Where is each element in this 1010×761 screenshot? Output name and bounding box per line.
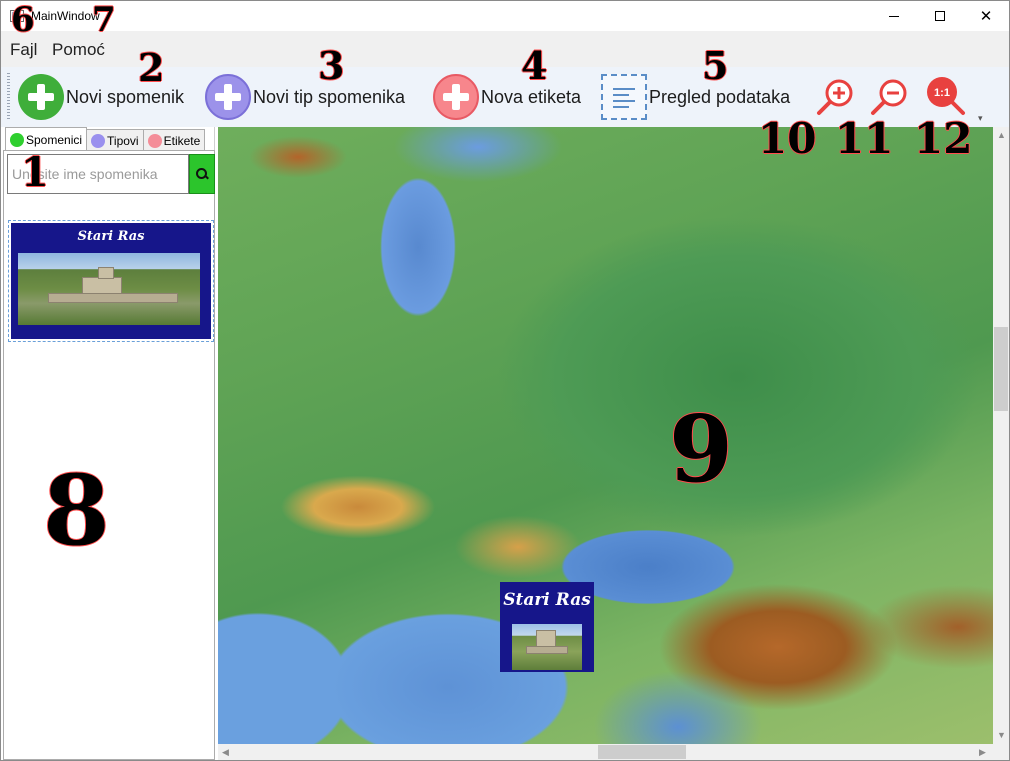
- vertical-scroll-thumb[interactable]: [994, 327, 1008, 411]
- map-marker-photo: [512, 624, 582, 670]
- maximize-icon: [935, 11, 945, 21]
- map-canvas[interactable]: Stari Ras: [218, 127, 993, 744]
- annotation-6: 6: [11, 0, 35, 40]
- panel-tabs: Spomenici Tipovi Etikete: [5, 127, 206, 151]
- menu-item-fajl[interactable]: Fajl: [10, 40, 37, 60]
- window-title: MainWindow: [31, 9, 100, 23]
- main-window: MainWindow ✕ Fajl Pomoć Novi spomenik No…: [0, 0, 1010, 761]
- annotation-10: 10: [758, 114, 817, 163]
- horizontal-scrollbar[interactable]: ◀ ▶: [218, 744, 993, 760]
- search-button[interactable]: [189, 154, 215, 194]
- tab-tipovi[interactable]: Tipovi: [86, 129, 144, 151]
- close-icon: ✕: [979, 7, 993, 25]
- monument-card-title: Stari Ras: [77, 229, 145, 244]
- monument-photo: [18, 253, 200, 325]
- actual-size-button[interactable]: 1:1: [923, 75, 967, 119]
- search-icon: [196, 168, 208, 180]
- map-marker-stari-ras[interactable]: Stari Ras: [500, 582, 594, 672]
- scroll-up-icon[interactable]: ▲: [997, 130, 1006, 140]
- monument-card: Stari Ras: [11, 223, 211, 339]
- minimize-icon: [889, 15, 899, 17]
- tab-tipovi-label: Tipovi: [107, 133, 139, 148]
- new-tag-label: Nova etiketa: [481, 86, 582, 107]
- annotation-7: 7: [92, 0, 116, 40]
- zoom-in-button[interactable]: [813, 75, 857, 119]
- title-bar: MainWindow ✕: [1, 1, 1009, 31]
- annotation-5: 5: [702, 43, 729, 88]
- pink-dot-icon: [147, 133, 162, 148]
- toolbar-grip[interactable]: [7, 73, 10, 119]
- new-monument-type-label: Novi tip spomenika: [253, 86, 406, 107]
- new-monument-label: Novi spomenik: [66, 86, 185, 107]
- actual-size-icon: 1:1: [927, 77, 965, 115]
- add-pink-icon: [433, 74, 479, 120]
- add-purple-icon: [205, 74, 251, 120]
- purple-dot-icon: [91, 133, 106, 148]
- data-overview-label: Pregled podataka: [649, 86, 791, 107]
- horizontal-scroll-thumb[interactable]: [598, 745, 686, 759]
- annotation-1: 1: [21, 149, 49, 196]
- zoom-out-button[interactable]: [867, 75, 911, 119]
- tab-spomenici[interactable]: Spomenici: [5, 127, 88, 151]
- minimize-button[interactable]: [871, 1, 917, 31]
- toolbar-overflow-icon[interactable]: ▾: [978, 113, 983, 124]
- maximize-button[interactable]: [917, 1, 963, 31]
- annotation-12: 12: [914, 114, 973, 163]
- scroll-right-icon[interactable]: ▶: [979, 747, 986, 758]
- map-marker-title: Stari Ras: [503, 590, 591, 610]
- monument-list-item[interactable]: Stari Ras: [8, 220, 214, 342]
- annotation-9: 9: [669, 395, 734, 503]
- tab-etikete[interactable]: Etikete: [142, 129, 206, 151]
- vertical-scrollbar[interactable]: ▲ ▼: [993, 127, 1009, 744]
- menu-item-pomoc[interactable]: Pomoć: [52, 40, 105, 60]
- zoom-in-icon: [817, 79, 853, 115]
- close-button[interactable]: ✕: [963, 1, 1009, 31]
- tab-etikete-label: Etikete: [163, 133, 201, 148]
- tab-spomenici-label: Spomenici: [26, 132, 83, 147]
- left-panel: Spomenici Tipovi Etikete Stari Ras: [3, 127, 215, 760]
- annotation-11: 11: [835, 114, 894, 163]
- scroll-down-icon[interactable]: ▼: [997, 730, 1006, 740]
- annotation-2: 2: [138, 45, 165, 90]
- annotation-4: 4: [521, 43, 548, 88]
- annotation-8: 8: [43, 454, 110, 567]
- document-icon: [601, 74, 647, 120]
- annotation-3: 3: [318, 43, 345, 88]
- scroll-corner: [993, 744, 1009, 760]
- green-dot-icon: [10, 132, 24, 147]
- zoom-out-icon: [871, 79, 907, 115]
- add-green-icon: [18, 74, 64, 120]
- new-tag-button[interactable]: Nova etiketa: [433, 74, 581, 120]
- new-monument-type-button[interactable]: Novi tip spomenika: [205, 74, 405, 120]
- actual-size-text: 1:1: [934, 87, 950, 99]
- scroll-left-icon[interactable]: ◀: [222, 747, 229, 758]
